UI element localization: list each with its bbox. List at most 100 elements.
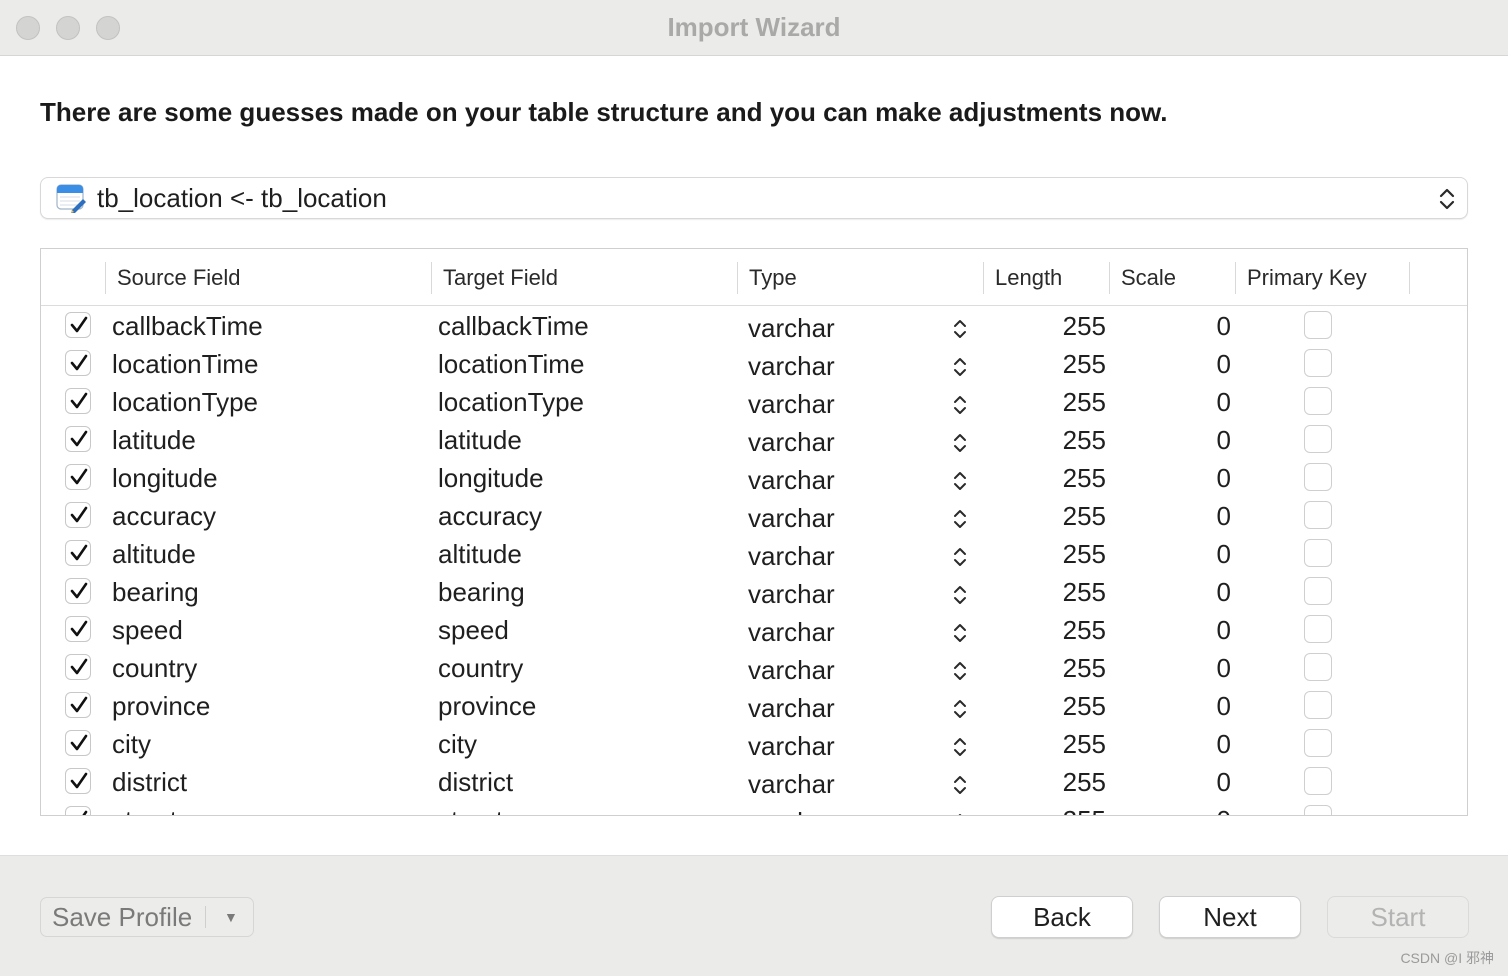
table-row[interactable]: locationTime locationTime varchar 255 0 xyxy=(41,345,1467,383)
length-field[interactable]: 255 xyxy=(1031,345,1106,383)
length-field[interactable]: 255 xyxy=(1031,573,1106,611)
table-row[interactable]: altitude altitude varchar 255 0 xyxy=(41,535,1467,573)
updown-chevron-icon[interactable] xyxy=(951,355,969,379)
primary-key-checkbox[interactable] xyxy=(1304,539,1332,567)
primary-key-checkbox[interactable] xyxy=(1304,349,1332,377)
type-select-value[interactable]: varchar xyxy=(748,651,835,689)
column-divider[interactable] xyxy=(431,262,432,294)
table-row[interactable]: longitude longitude varchar 255 0 xyxy=(41,459,1467,497)
target-field-input[interactable]: latitude xyxy=(438,421,522,459)
target-field-input[interactable]: city xyxy=(438,725,477,763)
scale-field[interactable]: 0 xyxy=(1181,801,1231,815)
target-field-input[interactable]: locationTime xyxy=(438,345,584,383)
include-field-checkbox[interactable] xyxy=(65,654,91,680)
include-field-checkbox[interactable] xyxy=(65,464,91,490)
updown-chevron-icon[interactable] xyxy=(951,393,969,417)
scale-field[interactable]: 0 xyxy=(1181,307,1231,345)
updown-chevron-icon[interactable] xyxy=(951,659,969,683)
length-field[interactable]: 255 xyxy=(1031,459,1106,497)
column-header-source-field[interactable]: Source Field xyxy=(117,263,241,293)
primary-key-checkbox[interactable] xyxy=(1304,805,1332,815)
column-header-length[interactable]: Length xyxy=(995,263,1062,293)
scale-field[interactable]: 0 xyxy=(1181,421,1231,459)
primary-key-checkbox[interactable] xyxy=(1304,615,1332,643)
primary-key-checkbox[interactable] xyxy=(1304,767,1332,795)
type-select-value[interactable]: varchar xyxy=(748,385,835,423)
column-divider[interactable] xyxy=(1109,262,1110,294)
target-field-input[interactable]: street xyxy=(438,801,503,815)
scale-field[interactable]: 0 xyxy=(1181,611,1231,649)
column-header-target-field[interactable]: Target Field xyxy=(443,263,558,293)
length-field[interactable]: 255 xyxy=(1031,497,1106,535)
scale-field[interactable]: 0 xyxy=(1181,345,1231,383)
target-field-input[interactable]: locationType xyxy=(438,383,584,421)
updown-chevron-icon[interactable] xyxy=(951,469,969,493)
length-field[interactable]: 255 xyxy=(1031,421,1106,459)
column-header-primary-key[interactable]: Primary Key xyxy=(1247,263,1367,293)
table-row[interactable]: country country varchar 255 0 xyxy=(41,649,1467,687)
length-field[interactable]: 255 xyxy=(1031,801,1106,815)
length-field[interactable]: 255 xyxy=(1031,649,1106,687)
scale-field[interactable]: 0 xyxy=(1181,687,1231,725)
back-button[interactable]: Back xyxy=(991,896,1133,938)
type-select-value[interactable]: varchar xyxy=(748,727,835,765)
include-field-checkbox[interactable] xyxy=(65,540,91,566)
target-field-input[interactable]: speed xyxy=(438,611,509,649)
type-select-value[interactable]: varchar xyxy=(748,613,835,651)
type-select-value[interactable]: varchar xyxy=(748,309,835,347)
updown-chevron-icon[interactable] xyxy=(951,431,969,455)
table-row[interactable]: bearing bearing varchar 255 0 xyxy=(41,573,1467,611)
type-select-value[interactable]: varchar xyxy=(748,537,835,575)
include-field-checkbox[interactable] xyxy=(65,730,91,756)
column-header-type[interactable]: Type xyxy=(749,263,797,293)
target-field-input[interactable]: bearing xyxy=(438,573,525,611)
scale-field[interactable]: 0 xyxy=(1181,573,1231,611)
scale-field[interactable]: 0 xyxy=(1181,763,1231,801)
include-field-checkbox[interactable] xyxy=(65,768,91,794)
updown-chevron-icon[interactable] xyxy=(951,545,969,569)
column-divider[interactable] xyxy=(1409,262,1410,294)
column-header-scale[interactable]: Scale xyxy=(1121,263,1176,293)
include-field-checkbox[interactable] xyxy=(65,578,91,604)
save-profile-button[interactable]: Save Profile ▼ xyxy=(40,897,254,937)
primary-key-checkbox[interactable] xyxy=(1304,463,1332,491)
primary-key-checkbox[interactable] xyxy=(1304,311,1332,339)
include-field-checkbox[interactable] xyxy=(65,426,91,452)
primary-key-checkbox[interactable] xyxy=(1304,501,1332,529)
type-select-value[interactable]: varchar xyxy=(748,461,835,499)
table-row[interactable]: callbackTime callbackTime varchar 255 0 xyxy=(41,307,1467,345)
updown-chevron-icon[interactable] xyxy=(951,621,969,645)
next-button[interactable]: Next xyxy=(1159,896,1301,938)
updown-chevron-icon[interactable] xyxy=(951,735,969,759)
scale-field[interactable]: 0 xyxy=(1181,649,1231,687)
include-field-checkbox[interactable] xyxy=(65,388,91,414)
target-field-input[interactable]: country xyxy=(438,649,523,687)
length-field[interactable]: 255 xyxy=(1031,383,1106,421)
include-field-checkbox[interactable] xyxy=(65,692,91,718)
column-divider[interactable] xyxy=(983,262,984,294)
primary-key-checkbox[interactable] xyxy=(1304,387,1332,415)
target-field-input[interactable]: district xyxy=(438,763,513,801)
type-select-value[interactable]: varchar xyxy=(748,499,835,537)
table-row[interactable]: locationType locationType varchar 255 0 xyxy=(41,383,1467,421)
table-row[interactable]: district district varchar 255 0 xyxy=(41,763,1467,801)
type-select-value[interactable]: varchar xyxy=(748,803,835,815)
length-field[interactable]: 255 xyxy=(1031,307,1106,345)
type-select-value[interactable]: varchar xyxy=(748,347,835,385)
target-field-input[interactable]: accuracy xyxy=(438,497,542,535)
updown-chevron-icon[interactable] xyxy=(951,773,969,797)
include-field-checkbox[interactable] xyxy=(65,806,91,815)
updown-chevron-icon[interactable] xyxy=(951,811,969,815)
primary-key-checkbox[interactable] xyxy=(1304,425,1332,453)
include-field-checkbox[interactable] xyxy=(65,350,91,376)
target-field-input[interactable]: longitude xyxy=(438,459,544,497)
table-row[interactable]: city city varchar 255 0 xyxy=(41,725,1467,763)
length-field[interactable]: 255 xyxy=(1031,687,1106,725)
table-row[interactable]: speed speed varchar 255 0 xyxy=(41,611,1467,649)
length-field[interactable]: 255 xyxy=(1031,725,1106,763)
start-button[interactable]: Start xyxy=(1327,896,1469,938)
type-select-value[interactable]: varchar xyxy=(748,575,835,613)
target-field-input[interactable]: province xyxy=(438,687,536,725)
include-field-checkbox[interactable] xyxy=(65,502,91,528)
primary-key-checkbox[interactable] xyxy=(1304,653,1332,681)
